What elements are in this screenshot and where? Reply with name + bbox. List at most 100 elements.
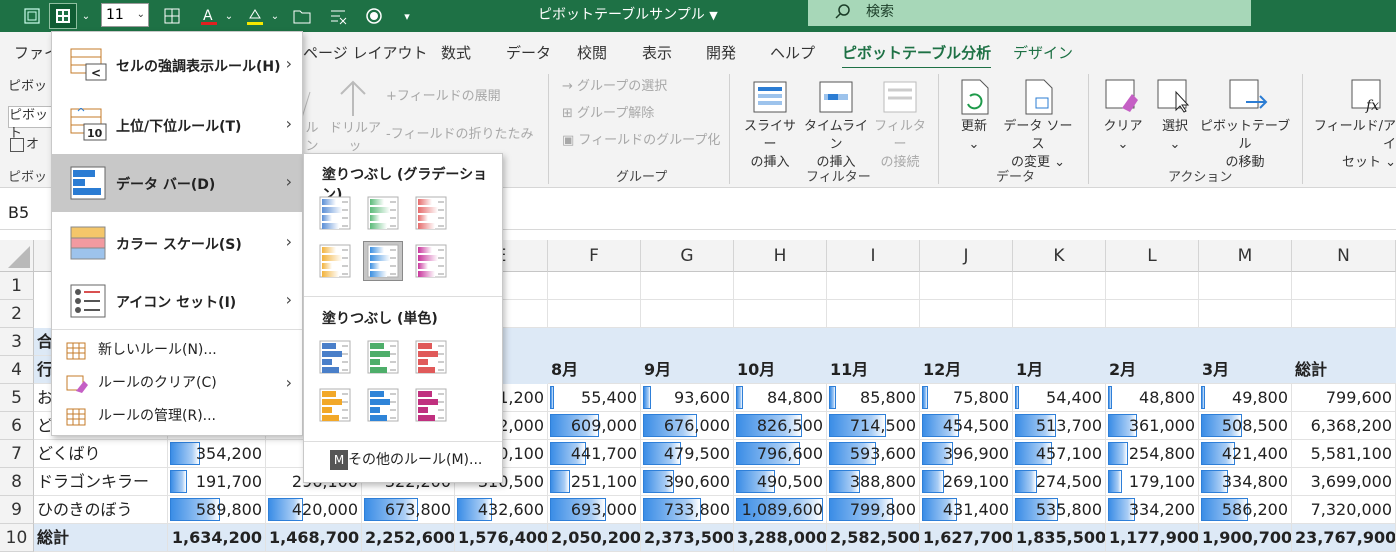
month-header[interactable]: 1月 bbox=[1013, 356, 1106, 384]
row-header[interactable]: 6 bbox=[0, 412, 34, 440]
column-header[interactable]: M bbox=[1199, 240, 1292, 272]
value-cell[interactable]: 269,100 bbox=[920, 468, 1013, 496]
month-header[interactable]: 8月 bbox=[548, 356, 641, 384]
menu-color-scales[interactable]: カラー スケール(S) › bbox=[52, 214, 302, 272]
value-cell[interactable]: 799,800 bbox=[827, 496, 920, 524]
open-folder-icon[interactable] bbox=[290, 4, 314, 28]
font-color-icon[interactable]: A bbox=[196, 4, 222, 28]
row-header[interactable]: 9 bbox=[0, 496, 34, 524]
value-cell[interactable]: 6,368,200 bbox=[1292, 412, 1396, 440]
value-cell[interactable]: 55,400 bbox=[548, 384, 641, 412]
cell[interactable] bbox=[1106, 300, 1199, 328]
tab-view[interactable]: 表示 bbox=[642, 42, 672, 63]
tab-pivot-analyze[interactable]: ピボットテーブル分析 bbox=[842, 42, 992, 70]
value-cell[interactable]: 432,600 bbox=[455, 496, 548, 524]
value-cell[interactable]: 1,089,600 bbox=[734, 496, 827, 524]
fields-items-button[interactable]: フィールド/アイ セット ⌄ bbox=[1308, 118, 1396, 172]
change-data-source-button[interactable]: データ ソース の変更 ⌄ bbox=[998, 118, 1078, 172]
value-cell[interactable]: 274,500 bbox=[1013, 468, 1106, 496]
value-cell[interactable]: 49,800 bbox=[1199, 384, 1292, 412]
value-cell[interactable]: 54,400 bbox=[1013, 384, 1106, 412]
value-cell[interactable]: 390,600 bbox=[641, 468, 734, 496]
grand-total-label[interactable]: 総計 bbox=[34, 524, 168, 552]
grand-total-cell[interactable]: 2,373,500 bbox=[641, 524, 734, 552]
value-cell[interactable]: 589,800 bbox=[168, 496, 266, 524]
gradient-data-bar-option[interactable] bbox=[364, 194, 402, 232]
conditional-format-icon[interactable] bbox=[49, 3, 77, 29]
move-pivot-button[interactable]: ピボットテーブル の移動 bbox=[1198, 118, 1292, 172]
clear-format-icon[interactable] bbox=[326, 4, 350, 28]
value-cell[interactable]: 826,500 bbox=[734, 412, 827, 440]
cell[interactable] bbox=[827, 272, 920, 300]
value-cell[interactable]: 361,000 bbox=[1106, 412, 1199, 440]
value-cell[interactable]: 84,800 bbox=[734, 384, 827, 412]
cell[interactable] bbox=[920, 272, 1013, 300]
grand-total-cell[interactable]: 2,582,500 bbox=[827, 524, 920, 552]
grand-total-cell[interactable]: 1,177,900 bbox=[1106, 524, 1199, 552]
ungroup-button[interactable]: ⊞ グループ解除 bbox=[562, 105, 654, 123]
menu-icon-sets[interactable]: アイコン セット(I) › bbox=[52, 272, 302, 330]
tab-help[interactable]: ヘルプ bbox=[770, 42, 815, 63]
insert-slicer-button[interactable]: スライサー の挿入 bbox=[740, 118, 800, 172]
row-header[interactable]: 10 bbox=[0, 524, 34, 552]
cell[interactable] bbox=[734, 272, 827, 300]
value-cell[interactable]: 85,800 bbox=[827, 384, 920, 412]
group-field-button[interactable]: ▣ フィールドのグループ化 bbox=[562, 132, 720, 150]
gradient-data-bar-option[interactable] bbox=[316, 242, 354, 280]
grand-total-cell[interactable]: 2,050,200 bbox=[548, 524, 641, 552]
column-header[interactable]: J bbox=[920, 240, 1013, 272]
month-header[interactable]: 9月 bbox=[641, 356, 734, 384]
month-header[interactable]: 11月 bbox=[827, 356, 920, 384]
cell[interactable] bbox=[1013, 300, 1106, 328]
value-cell[interactable]: 513,700 bbox=[1013, 412, 1106, 440]
grand-total-cell[interactable]: 1,576,400 bbox=[455, 524, 548, 552]
autosave-icon[interactable] bbox=[20, 4, 44, 28]
solid-data-bar-option[interactable] bbox=[316, 386, 354, 424]
insert-timeline-button[interactable]: タイムライン の挿入 bbox=[802, 118, 870, 172]
value-cell[interactable]: 421,400 bbox=[1199, 440, 1292, 468]
grand-total-cell[interactable]: 2,252,600 bbox=[362, 524, 455, 552]
value-cell[interactable]: 191,700 bbox=[168, 468, 266, 496]
value-cell[interactable]: 388,800 bbox=[827, 468, 920, 496]
grand-total-cell[interactable]: 1,627,700 bbox=[920, 524, 1013, 552]
cell[interactable] bbox=[1106, 272, 1199, 300]
month-header[interactable]: 10月 bbox=[734, 356, 827, 384]
clear-button[interactable]: クリア ⌄ bbox=[1100, 118, 1146, 154]
grand-total-cell[interactable]: 1,835,500 bbox=[1013, 524, 1106, 552]
record-icon[interactable] bbox=[362, 4, 386, 28]
month-header[interactable]: 総計 bbox=[1292, 356, 1396, 384]
column-header[interactable]: I bbox=[827, 240, 920, 272]
tab-page-layout[interactable]: ページ レイアウト bbox=[303, 42, 427, 63]
pivot-name-input[interactable]: ピボット bbox=[8, 106, 52, 141]
row-header[interactable]: 5 bbox=[0, 384, 34, 412]
row-label-cell[interactable]: ドラゴンキラー bbox=[34, 468, 168, 496]
row-header[interactable]: 8 bbox=[0, 468, 34, 496]
value-cell[interactable]: 7,320,000 bbox=[1292, 496, 1396, 524]
expand-field-button[interactable]: +フィールドの展開 bbox=[386, 88, 501, 106]
menu-clear-rules[interactable]: ルールのクリア(C) › bbox=[52, 368, 302, 398]
cell[interactable] bbox=[920, 300, 1013, 328]
value-cell[interactable]: 334,800 bbox=[1199, 468, 1292, 496]
refresh-button[interactable]: 更新 ⌄ bbox=[950, 118, 998, 154]
cell[interactable] bbox=[1199, 272, 1292, 300]
value-cell[interactable]: 609,000 bbox=[548, 412, 641, 440]
column-header[interactable]: N bbox=[1292, 240, 1396, 272]
month-header[interactable]: 12月 bbox=[920, 356, 1013, 384]
value-cell[interactable]: 535,800 bbox=[1013, 496, 1106, 524]
menu-data-bars[interactable]: データ バー(D) › bbox=[52, 154, 302, 212]
chevron-down-icon[interactable]: ⌄ bbox=[137, 4, 145, 26]
solid-data-bar-option[interactable] bbox=[364, 386, 402, 424]
value-cell[interactable]: 799,600 bbox=[1292, 384, 1396, 412]
value-cell[interactable]: 396,900 bbox=[920, 440, 1013, 468]
chevron-down-icon[interactable]: ⌄ bbox=[80, 4, 92, 28]
column-header[interactable]: G bbox=[641, 240, 734, 272]
value-cell[interactable]: 673,800 bbox=[362, 496, 455, 524]
grand-total-cell[interactable]: 1,468,700 bbox=[266, 524, 362, 552]
solid-data-bar-option[interactable] bbox=[412, 386, 450, 424]
value-cell[interactable]: 5,581,100 bbox=[1292, 440, 1396, 468]
cell[interactable] bbox=[734, 300, 827, 328]
menu-highlight-cells-rules[interactable]: < セルの強調表示ルール(H) › bbox=[52, 36, 302, 94]
document-title[interactable]: ピボットテーブルサンプル ▼ bbox=[538, 4, 718, 24]
gradient-data-bar-option[interactable] bbox=[412, 194, 450, 232]
column-header[interactable]: H bbox=[734, 240, 827, 272]
